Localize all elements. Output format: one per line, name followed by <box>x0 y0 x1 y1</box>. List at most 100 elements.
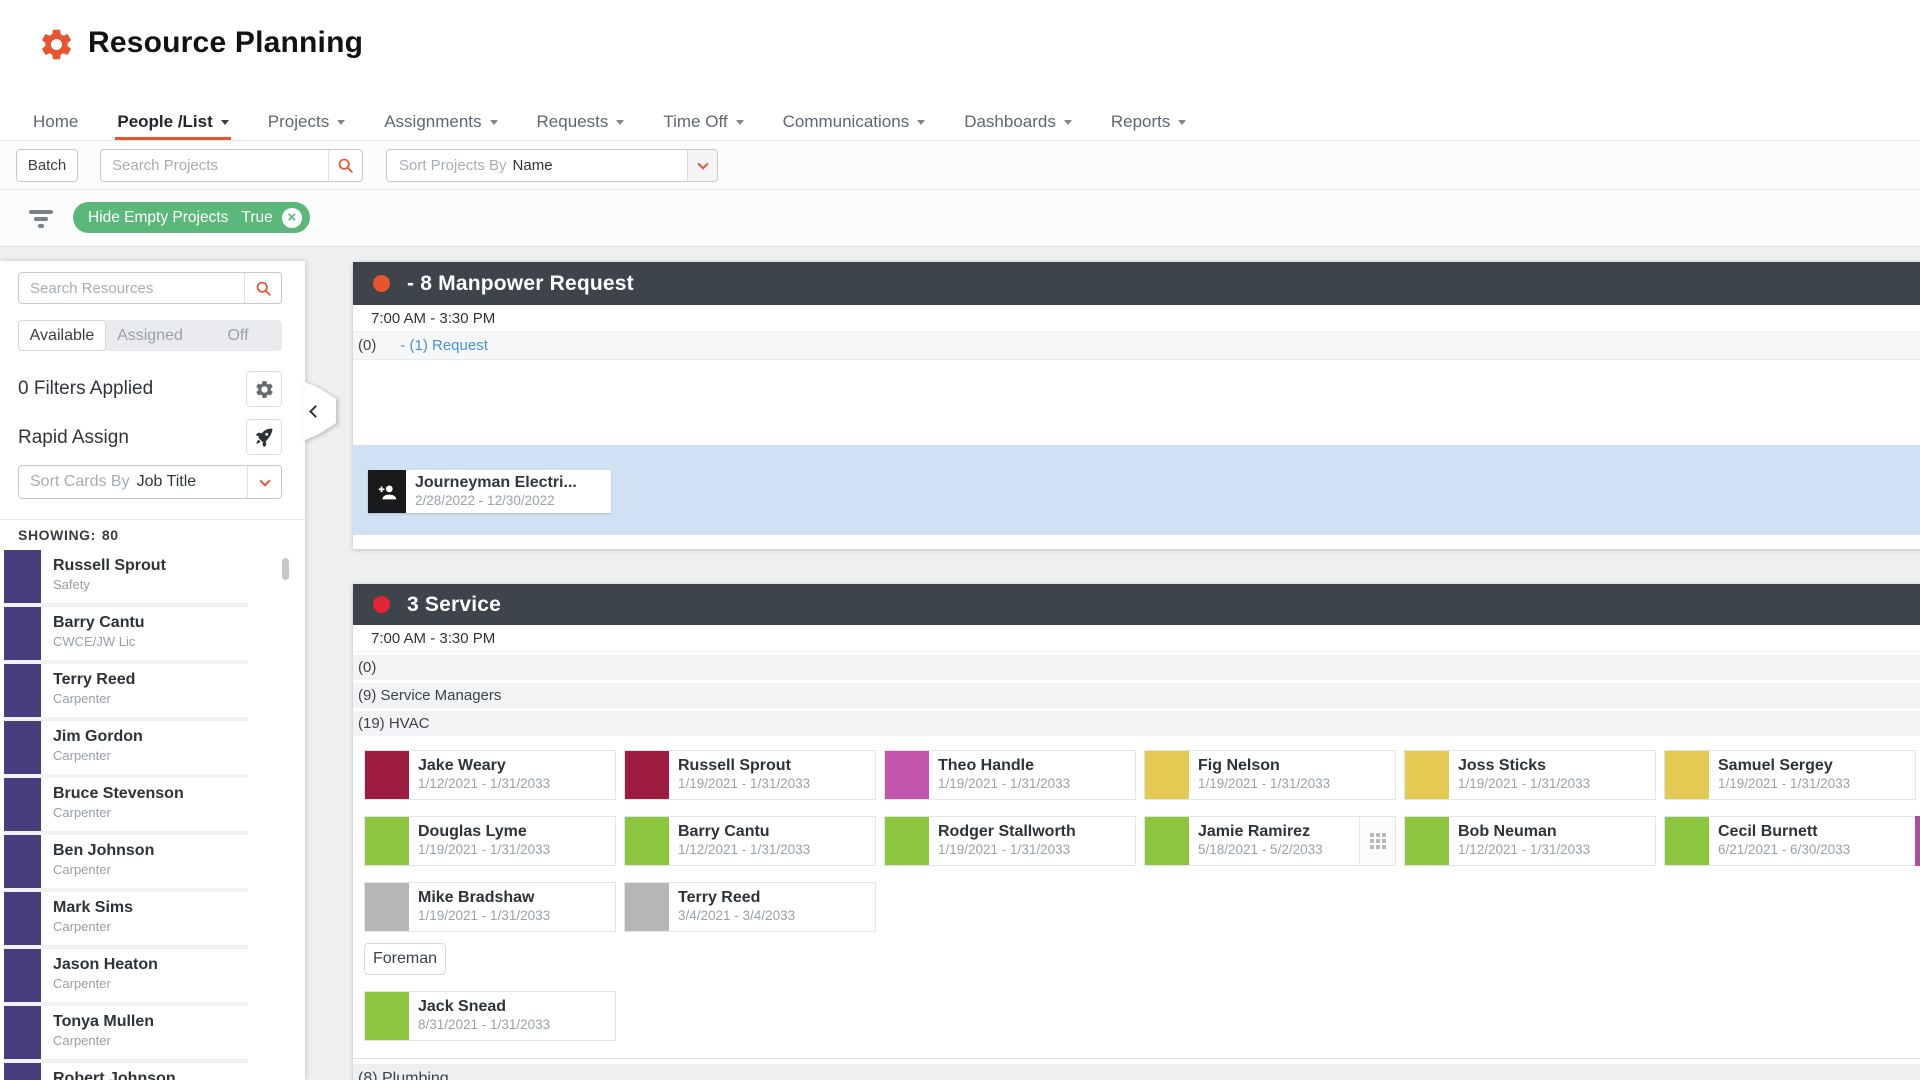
assignment-card[interactable]: Cecil Burnett 6/21/2021 - 6/30/2033 <box>1664 816 1916 866</box>
assignment-name: Bob Neuman <box>1458 823 1557 840</box>
resource-color-stripe <box>4 607 41 660</box>
assignment-name: Russell Sprout <box>678 757 791 774</box>
request-link[interactable]: - (1) Request <box>400 337 488 354</box>
search-icon[interactable] <box>244 273 281 303</box>
sort-cards-select[interactable]: Sort Cards By Job Title <box>18 465 282 499</box>
assignment-name: Jamie Ramirez <box>1198 823 1311 840</box>
resource-card[interactable]: Russell Sprout Safety <box>4 550 248 603</box>
assignment-dates: 1/19/2021 - 1/31/2033 <box>938 842 1071 857</box>
person-add-icon <box>368 470 406 513</box>
assignment-dates: 1/19/2021 - 1/31/2033 <box>1718 776 1851 791</box>
assignment-card[interactable]: Jack Snead 8/31/2021 - 1/31/2033 <box>364 991 616 1041</box>
resource-color-stripe <box>4 664 41 717</box>
assignment-card[interactable]: Terry Reed 3/4/2021 - 3/4/2033 <box>624 882 876 932</box>
assignment-card[interactable]: Mike Bradshaw 1/19/2021 - 1/31/2033 <box>364 882 616 932</box>
assignment-name: Mike Bradshaw <box>418 889 535 906</box>
assignment-card[interactable]: Barry Cantu 1/12/2021 - 1/31/2033 <box>624 816 876 866</box>
project-panel-3-service: 3 Service 7:00 AM - 3:30 PM (0) (9) Serv… <box>353 584 1920 1080</box>
group-row-service-managers[interactable]: (9) Service Managers <box>353 683 1920 708</box>
cutoff-card-stripe <box>1915 816 1920 866</box>
resource-name: Jason Heaton <box>53 956 158 973</box>
filters-applied-label: 0 Filters Applied <box>18 378 154 399</box>
resource-card[interactable]: Robert Johnson <box>4 1063 248 1080</box>
sort-cards-value: Job Title <box>136 473 197 490</box>
resource-color-stripe <box>4 721 41 774</box>
search-projects-box <box>100 149 363 182</box>
sidebar-collapse-toggle[interactable] <box>303 381 336 441</box>
search-resources-input[interactable] <box>19 279 244 297</box>
search-icon[interactable] <box>328 150 362 181</box>
request-row[interactable]: (0) - (1) Request <box>353 332 1920 360</box>
assignment-dates: 1/19/2021 - 1/31/2033 <box>1198 776 1331 791</box>
batch-button[interactable]: Batch <box>16 149 78 182</box>
nav-item-reports[interactable]: Reports <box>1109 103 1189 140</box>
nav-item-dashboards[interactable]: Dashboards <box>962 103 1074 140</box>
sort-projects-label: Sort Projects By <box>399 157 507 174</box>
assignment-card[interactable]: Douglas Lyme 1/19/2021 - 1/31/2033 <box>364 816 616 866</box>
nav-item-time-off[interactable]: Time Off <box>661 103 745 140</box>
filter-settings-button[interactable] <box>246 371 282 407</box>
chevron-down-icon <box>1063 120 1072 125</box>
resource-card[interactable]: Bruce Stevenson Carpenter <box>4 778 248 831</box>
foreman-group-chip[interactable]: Foreman <box>364 943 446 975</box>
search-projects-input[interactable] <box>101 157 328 174</box>
rocket-icon <box>255 428 273 447</box>
assignment-card[interactable]: Jake Weary 1/12/2021 - 1/31/2033 <box>364 750 616 800</box>
resource-role: Carpenter <box>53 748 111 763</box>
resource-card[interactable]: Jim Gordon Carpenter <box>4 721 248 774</box>
rapid-assign-button[interactable] <box>246 419 282 455</box>
assignment-card[interactable]: Bob Neuman 1/12/2021 - 1/31/2033 <box>1404 816 1656 866</box>
chevron-down-icon[interactable] <box>687 150 717 181</box>
assignment-card[interactable]: Samuel Sergey 1/19/2021 - 1/31/2033 <box>1664 750 1916 800</box>
project-header[interactable]: 3 Service <box>353 584 1920 625</box>
assignment-dates: 1/12/2021 - 1/31/2033 <box>678 842 811 857</box>
nav-item-home[interactable]: Home <box>31 103 80 140</box>
resource-card[interactable]: Terry Reed Carpenter <box>4 664 248 717</box>
chevron-down-icon[interactable] <box>247 466 281 498</box>
tab-assigned[interactable]: Assigned <box>106 320 194 351</box>
resource-color-stripe <box>4 778 41 831</box>
assignment-card[interactable]: Jamie Ramirez 5/18/2021 - 5/2/2033 <box>1144 816 1396 866</box>
assignment-dates: 1/19/2021 - 1/31/2033 <box>678 776 811 791</box>
top-header: Resource Planning <box>0 0 1920 103</box>
resource-card[interactable]: Tonya Mullen Carpenter <box>4 1006 248 1059</box>
assignment-card[interactable]: Theo Handle 1/19/2021 - 1/31/2033 <box>884 750 1136 800</box>
nav-item-people-list[interactable]: People /List <box>115 103 231 140</box>
assignment-card[interactable]: Russell Sprout 1/19/2021 - 1/31/2033 <box>624 750 876 800</box>
tab-available[interactable]: Available <box>18 320 106 351</box>
filter-chip-hide-empty-projects: Hide Empty Projects True × <box>73 202 310 233</box>
project-panel-manpower-request: - 8 Manpower Request 7:00 AM - 3:30 PM (… <box>353 262 1920 549</box>
nav-item-assignments[interactable]: Assignments <box>382 103 499 140</box>
close-icon[interactable]: × <box>281 207 302 228</box>
sort-projects-select[interactable]: Sort Projects By Name <box>386 149 718 182</box>
resource-card[interactable]: Mark Sims Carpenter <box>4 892 248 945</box>
resource-card[interactable]: Ben Johnson Carpenter <box>4 835 248 888</box>
divider <box>353 1058 1920 1059</box>
assignment-card[interactable]: Fig Nelson 1/19/2021 - 1/31/2033 <box>1144 750 1396 800</box>
nav-item-requests[interactable]: Requests <box>535 103 627 140</box>
project-status-dot <box>373 596 390 613</box>
sidebar-scrollbar[interactable] <box>282 558 289 580</box>
tab-off[interactable]: Off <box>194 320 282 351</box>
resource-card[interactable]: Jason Heaton Carpenter <box>4 949 248 1002</box>
assignment-card[interactable]: Rodger Stallworth 1/19/2021 - 1/31/2033 <box>884 816 1136 866</box>
resource-role: Carpenter <box>53 919 111 934</box>
group-row-hvac[interactable]: (19) HVAC <box>353 711 1920 736</box>
manpower-request-card[interactable]: Journeyman Electri... 2/28/2022 - 12/30/… <box>368 470 611 513</box>
assignment-name: Jack Snead <box>418 998 507 1015</box>
assignment-dates: 6/21/2021 - 6/30/2033 <box>1718 842 1851 857</box>
filter-icon[interactable] <box>28 210 54 231</box>
assignment-name: Terry Reed <box>678 889 761 906</box>
chevron-down-icon <box>616 120 625 125</box>
project-header[interactable]: - 8 Manpower Request <box>353 262 1920 305</box>
assignment-dates: 1/19/2021 - 1/31/2033 <box>938 776 1071 791</box>
assignment-dates: 3/4/2021 - 3/4/2033 <box>678 908 796 923</box>
resource-role: Carpenter <box>53 805 111 820</box>
group-row-plumbing[interactable]: (8) Plumbing <box>353 1064 1920 1080</box>
assignment-card[interactable]: Joss Sticks 1/19/2021 - 1/31/2033 <box>1404 750 1656 800</box>
nav-item-projects[interactable]: Projects <box>266 103 347 140</box>
group-row-unassigned[interactable]: (0) <box>353 655 1920 680</box>
nav-item-communications[interactable]: Communications <box>781 103 928 140</box>
resource-card[interactable]: Barry Cantu CWCE/JW Lic <box>4 607 248 660</box>
drag-handle-icon[interactable] <box>1359 817 1395 865</box>
